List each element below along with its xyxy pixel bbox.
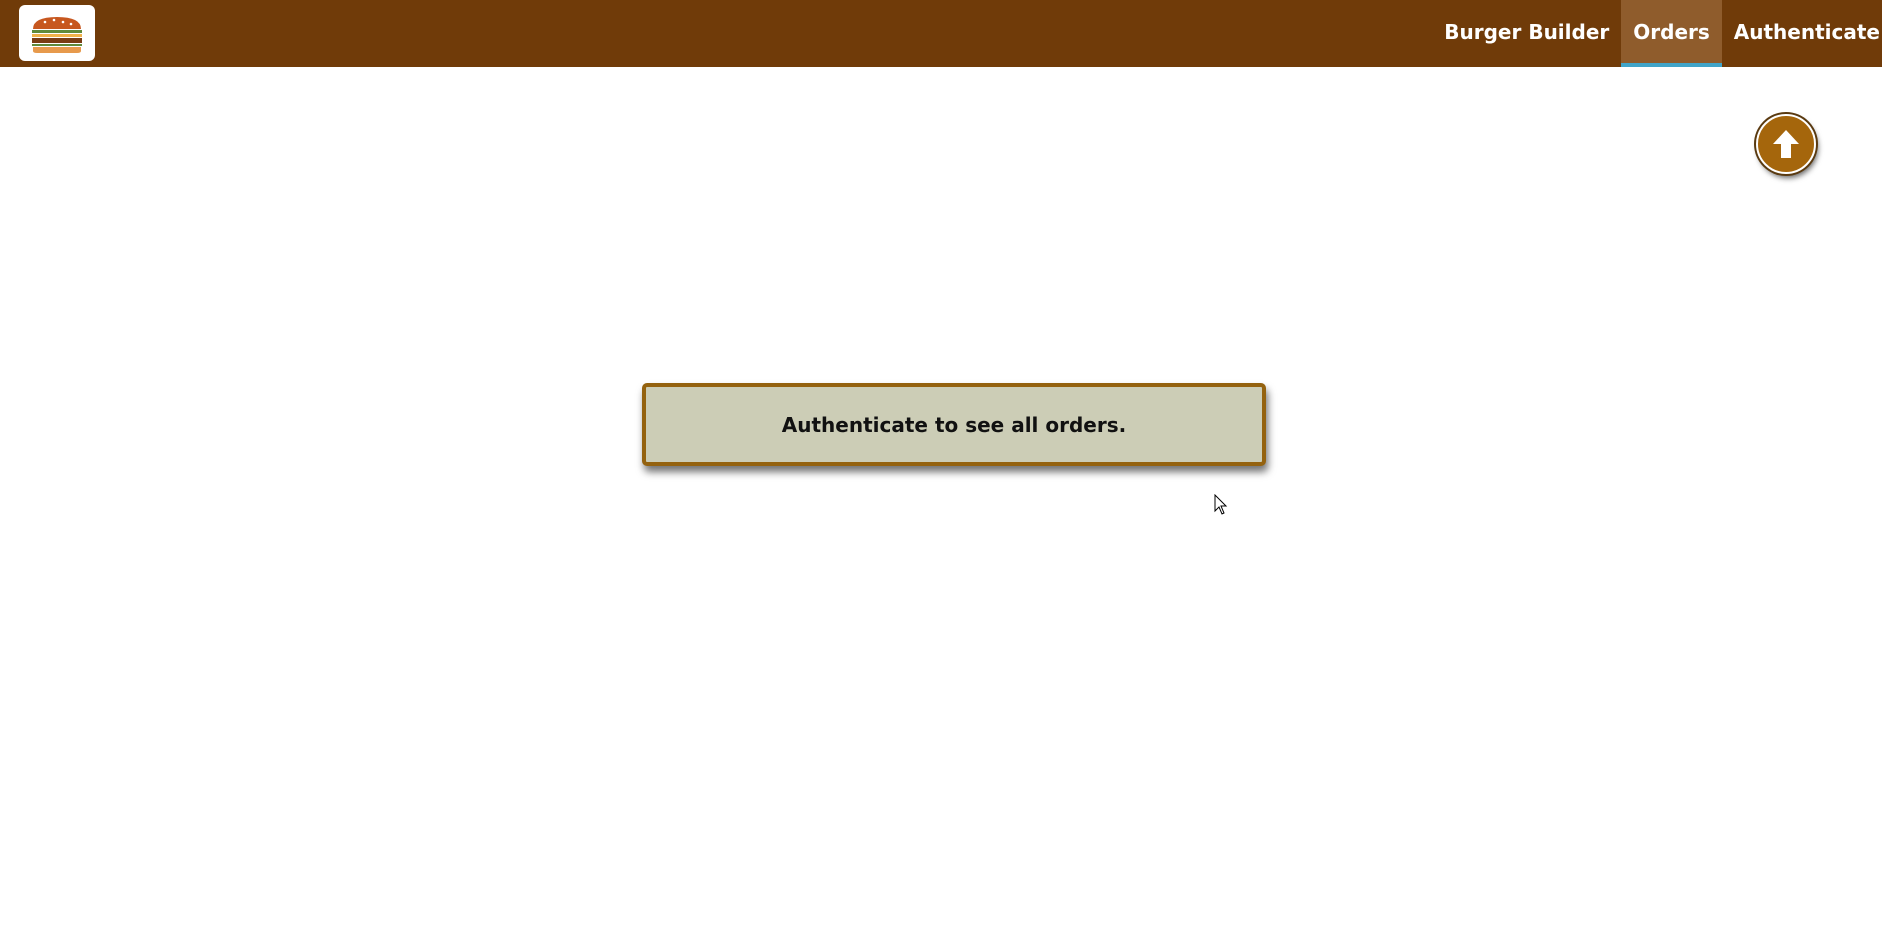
- toolbar: Burger Builder Orders Authenticate: [0, 0, 1882, 67]
- main-nav: Burger Builder Orders Authenticate: [1432, 0, 1882, 67]
- nav-burger-builder[interactable]: Burger Builder: [1432, 0, 1621, 67]
- burger-logo-icon: [32, 17, 82, 53]
- arrow-up-icon: [1773, 130, 1799, 158]
- nav-authenticate[interactable]: Authenticate: [1722, 0, 1882, 67]
- auth-required-message-box: Authenticate to see all orders.: [642, 383, 1266, 466]
- logo[interactable]: [19, 5, 95, 61]
- auth-required-message: Authenticate to see all orders.: [781, 412, 1127, 437]
- mouse-cursor-icon: [1214, 494, 1228, 515]
- nav-orders[interactable]: Orders: [1621, 0, 1722, 67]
- scroll-to-top-button[interactable]: [1756, 114, 1816, 174]
